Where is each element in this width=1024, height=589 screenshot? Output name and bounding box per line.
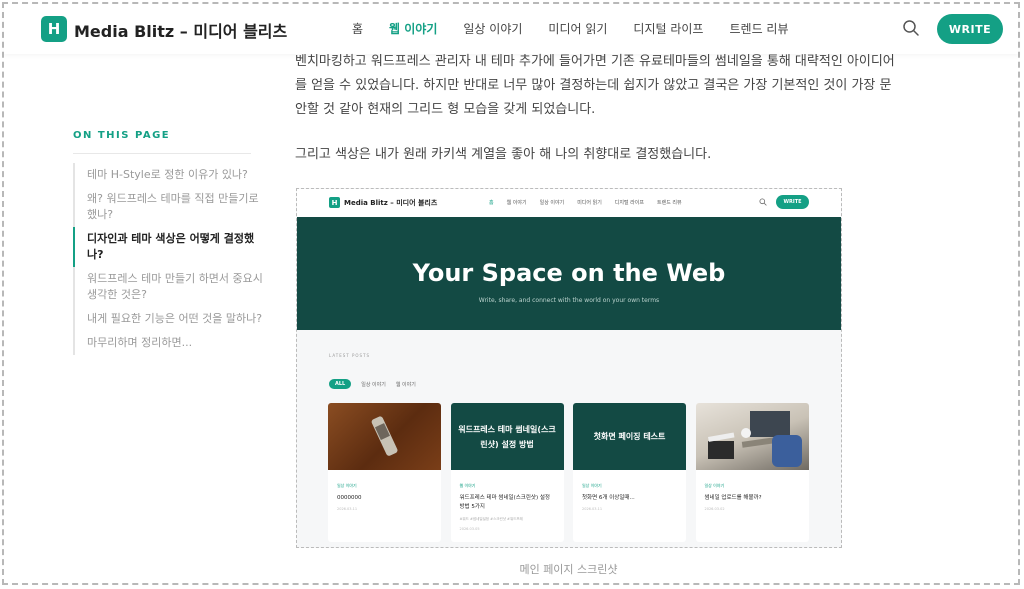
thumbnail-image: [695, 403, 809, 470]
screenshot-nav-item: 미디어 읽기: [577, 200, 602, 206]
toc-item[interactable]: 마무리하며 정리하면...: [73, 331, 263, 355]
card-title: 워드프레스 테마 썸네일(스크린샷) 설정 방법 5가지: [459, 495, 551, 510]
screenshot-post-card: 일상 이야기 썸네일 업로드를 해볼까? 2026.03.02: [695, 403, 809, 542]
screenshot-nav-item: 디지털 라이프: [614, 200, 644, 206]
main-nav: 홈 웹 이야기 일상 이야기 미디어 읽기 디지털 라이프 트렌드 리뷰: [352, 20, 815, 37]
card-date: 2026.03.05: [459, 527, 480, 531]
screenshot-post-card: 워드프레스 테마 썸네일(스크린샷) 설정 방법 웹 이야기 워드프레스 테마 …: [450, 403, 564, 542]
toc-item[interactable]: 내게 필요한 기능은 어떤 것을 말하나?: [73, 307, 263, 331]
card-date: 2026.03.11: [337, 507, 358, 511]
site-header: H Media Blitz – 미디어 블리츠 홈 웹 이야기 일상 이야기 미…: [4, 4, 1018, 54]
screenshot-post-cards: 일상 이야기 0000000 2026.03.11 워드프레스 테마 썸네일(스…: [328, 403, 818, 542]
screenshot-post-card: 첫화면 페이징 테스트 일상 이야기 첫화면 6개 이상일때... 2026.0…: [573, 403, 686, 542]
screenshot-search-icon: [759, 198, 767, 206]
screenshot-logo-badge: H: [329, 197, 340, 208]
card-tags: #워드 #썸네일설정 #스크린샷 #워드프레: [459, 517, 523, 521]
card-category: 일상 이야기: [704, 483, 725, 488]
screenshot-filter: 일상 이야기: [361, 381, 386, 388]
screenshot-latest-label: LATEST POSTS: [329, 353, 371, 358]
bottle-image: [371, 415, 397, 456]
logo-badge[interactable]: H: [41, 16, 67, 42]
nav-item-media[interactable]: 미디어 읽기: [548, 20, 607, 37]
nav-item-daily[interactable]: 일상 이야기: [463, 20, 522, 37]
screenshot-header: H Media Blitz – 미디어 블리츠 홈 웹 이야기 일상 이야기 미…: [297, 189, 841, 217]
toc-divider: [73, 153, 251, 154]
screenshot-filter: ALL: [329, 379, 352, 389]
article-paragraph: 그리고 색상은 내가 원래 카키색 계열을 좋아 해 나의 취향대로 결정했습니…: [295, 147, 712, 162]
screenshot-nav-item: 트렌드 리뷰: [657, 200, 682, 206]
screenshot-filters: ALL 일상 이야기 웹 이야기: [329, 379, 426, 389]
toc-heading: ON THIS PAGE: [73, 130, 171, 141]
thumbnail-text: 워드프레스 테마 썸네일(스크린샷) 설정 방법: [450, 403, 564, 470]
card-category: 웹 이야기: [459, 483, 476, 488]
office-photo-image: [708, 410, 802, 467]
nav-item-home[interactable]: 홈: [352, 20, 363, 37]
nav-item-trend[interactable]: 트렌드 리뷰: [729, 20, 788, 37]
screenshot-nav-item: 웹 이야기: [506, 200, 527, 206]
article-paragraph: 벤치마킹하고 워드프레스 관리자 내 테마 추가에 들어가면 기존 유료테마들의…: [295, 54, 895, 117]
card-date: 2026.03.02: [704, 507, 725, 511]
nav-item-digital[interactable]: 디지털 라이프: [633, 20, 703, 37]
screenshot-nav-item: 홈: [489, 200, 494, 206]
card-title: 0000000: [337, 495, 362, 501]
toc-item-active[interactable]: 디자인과 테마 색상은 어떻게 결정했나?: [73, 227, 263, 267]
toc-item[interactable]: 왜? 워드프레스 테마를 직접 만들기로 했나?: [73, 187, 263, 227]
write-button[interactable]: WRITE: [937, 14, 1003, 44]
toc-item[interactable]: 워드프레스 테마 만들기 하면서 중요시 생각한 것은?: [73, 267, 263, 307]
card-title: 첫화면 6개 이상일때...: [582, 495, 635, 501]
thumbnail-text: 첫화면 페이징 테스트: [573, 403, 686, 470]
screenshot-nav: 홈 웹 이야기 일상 이야기 미디어 읽기 디지털 라이프 트렌드 리뷰: [489, 199, 695, 206]
screenshot-hero-subtitle: Write, share, and connect with the world…: [478, 297, 660, 304]
screenshot-filter: 웹 이야기: [395, 381, 416, 388]
screenshot-hero: Your Space on the Web Write, share, and …: [297, 217, 841, 330]
image-caption: 메인 페이지 스크린샷: [519, 563, 618, 576]
toc-list: 테마 H-Style로 정한 이유가 있나? 왜? 워드프레스 테마를 직접 만…: [73, 163, 263, 355]
main-page-screenshot: H Media Blitz – 미디어 블리츠 홈 웹 이야기 일상 이야기 미…: [296, 188, 842, 548]
screenshot-post-card: 일상 이야기 0000000 2026.03.11: [328, 403, 441, 542]
toc-item[interactable]: 테마 H-Style로 정한 이유가 있나?: [73, 163, 263, 187]
site-title[interactable]: Media Blitz – 미디어 블리츠: [74, 18, 287, 42]
search-icon[interactable]: [902, 19, 920, 37]
card-title: 썸네일 업로드를 해볼까?: [704, 495, 762, 501]
nav-item-web[interactable]: 웹 이야기: [389, 20, 437, 37]
screenshot-write-button: WRITE: [776, 195, 809, 209]
screenshot-hero-title: Your Space on the Web: [412, 259, 726, 287]
card-category: 일상 이야기: [337, 483, 357, 488]
screenshot-nav-item: 일상 이야기: [539, 200, 565, 206]
screenshot-site-title: Media Blitz – 미디어 블리츠: [344, 199, 438, 207]
thumbnail-image: [328, 403, 441, 470]
card-date: 2026.03.11: [582, 507, 603, 511]
card-category: 일상 이야기: [582, 483, 602, 488]
